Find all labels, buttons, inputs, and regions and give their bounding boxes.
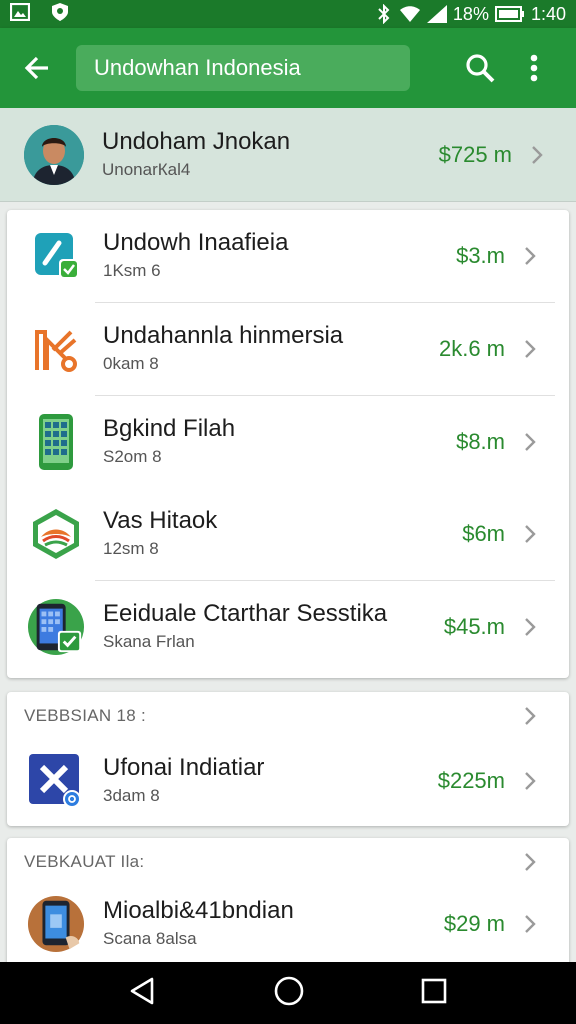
list-item[interactable]: Mioalbi&41bndian Scana 8alsa $29 m	[7, 886, 569, 962]
list-item[interactable]: Undahannla hinmersia 0kam 8 2k.6 m	[7, 303, 569, 395]
chevron-right-icon	[515, 851, 545, 873]
list-item[interactable]: Bgkind Filah S2om 8 $8.m	[7, 396, 569, 488]
phone-check-icon	[27, 227, 85, 285]
bluetooth-icon	[375, 4, 393, 24]
avatar	[24, 124, 84, 185]
gallery-notification-icon	[9, 2, 31, 26]
back-arrow-icon	[24, 56, 48, 80]
item-title: Undahannla hinmersia	[103, 322, 344, 349]
search-button[interactable]	[460, 48, 500, 88]
profile-value: $725 m	[438, 141, 512, 167]
item-subtitle: 3dam 8	[103, 786, 160, 805]
section-one-card: VEBBSIAN 18 : Ufonai Indiatiar 3dam 8 $2…	[7, 692, 569, 826]
main-list-card: Undowh Inaafieia 1Ksm 6 $3.m Undahannla …	[7, 210, 569, 678]
green-emblem-icon	[27, 505, 85, 563]
wifi-icon	[399, 5, 421, 23]
search-input[interactable]: Undowhan Indonesia	[76, 45, 410, 91]
app-bar: Undowhan Indonesia	[0, 28, 576, 108]
item-value: 2k.6 m	[438, 336, 505, 361]
item-title: Vas Hitaok	[103, 507, 218, 534]
item-value: $8.m	[456, 429, 505, 454]
shield-notification-icon	[50, 2, 70, 27]
section-header[interactable]: VEBKAUAT Ila:	[7, 838, 569, 886]
chevron-right-icon	[522, 144, 552, 166]
chevron-right-icon	[515, 431, 545, 453]
calculator-phone-icon	[27, 413, 85, 471]
profile-row[interactable]: Undoham Jnokan UnonarКal4 $725 m	[0, 108, 576, 202]
chevron-right-icon	[515, 245, 545, 267]
chevron-right-icon	[515, 523, 545, 545]
battery-icon	[494, 6, 525, 22]
circle-home-icon	[274, 976, 304, 1005]
chevron-right-icon	[515, 913, 545, 935]
chevron-right-icon	[515, 705, 545, 727]
item-subtitle: 0kam 8	[103, 354, 159, 373]
orange-logo-icon	[27, 320, 85, 378]
phone-photo-icon	[27, 895, 85, 953]
item-subtitle: S2om 8	[103, 447, 162, 466]
more-vert-icon	[530, 54, 538, 82]
profile-name: Undoham Jnokan	[102, 127, 291, 155]
nav-back-button[interactable]	[128, 976, 158, 1011]
list-item[interactable]: Vas Hitaok 12sm 8 $6m	[7, 488, 569, 580]
item-title: Bgkind Filah	[103, 415, 236, 442]
nav-recents-button[interactable]	[420, 977, 448, 1010]
item-title: Eeiduale Ctarthar Sesstika	[103, 600, 388, 627]
item-subtitle: 1Ksm 6	[103, 261, 161, 280]
tablet-check-icon	[27, 598, 85, 656]
list-item[interactable]: Ufonai Indiatiar 3dam 8 $225m	[7, 740, 569, 822]
list-item[interactable]: Eeiduale Ctarthar Sesstika Skana Frlan $…	[7, 581, 569, 673]
item-value: $6m	[462, 521, 505, 546]
search-icon	[466, 54, 495, 83]
section-header[interactable]: VEBBSIAN 18 :	[7, 692, 569, 740]
list-item[interactable]: Undowh Inaafieia 1Ksm 6 $3.m	[7, 210, 569, 302]
status-bar: 18% 1:40	[0, 0, 576, 28]
chevron-right-icon	[515, 770, 545, 792]
item-value: $29 m	[443, 911, 505, 936]
chevron-right-icon	[515, 338, 545, 360]
item-value: $225m	[437, 768, 505, 793]
more-options-button[interactable]	[522, 48, 546, 88]
battery-percent: 18%	[452, 3, 489, 24]
item-subtitle: 12sm 8	[103, 539, 159, 558]
item-value: $45.m	[443, 614, 505, 639]
triangle-back-icon	[130, 977, 153, 1004]
chevron-right-icon	[515, 616, 545, 638]
item-title: Ufonai Indiatiar	[103, 754, 265, 781]
item-value: $3.m	[456, 243, 505, 268]
section-two-card: VEBKAUAT Ila: Mioalbi&41bndian Scana 8al…	[7, 838, 569, 968]
section-header-label: VEBKAUAT Ila:	[24, 852, 145, 871]
item-title: Mioalbi&41bndian	[103, 897, 294, 924]
back-button[interactable]	[0, 28, 76, 108]
profile-subtitle: UnonarКal4	[102, 159, 191, 179]
nav-home-button[interactable]	[273, 975, 305, 1012]
section-header-label: VEBBSIAN 18 :	[24, 706, 147, 725]
clock: 1:40	[530, 3, 566, 24]
signal-icon	[426, 5, 447, 23]
x-app-icon	[27, 752, 85, 810]
item-subtitle: Scana 8alsa	[103, 929, 197, 948]
item-title: Undowh Inaafieia	[103, 229, 289, 256]
navigation-bar	[0, 962, 576, 1024]
item-subtitle: Skana Frlan	[103, 632, 195, 651]
square-recents-icon	[422, 978, 447, 1003]
